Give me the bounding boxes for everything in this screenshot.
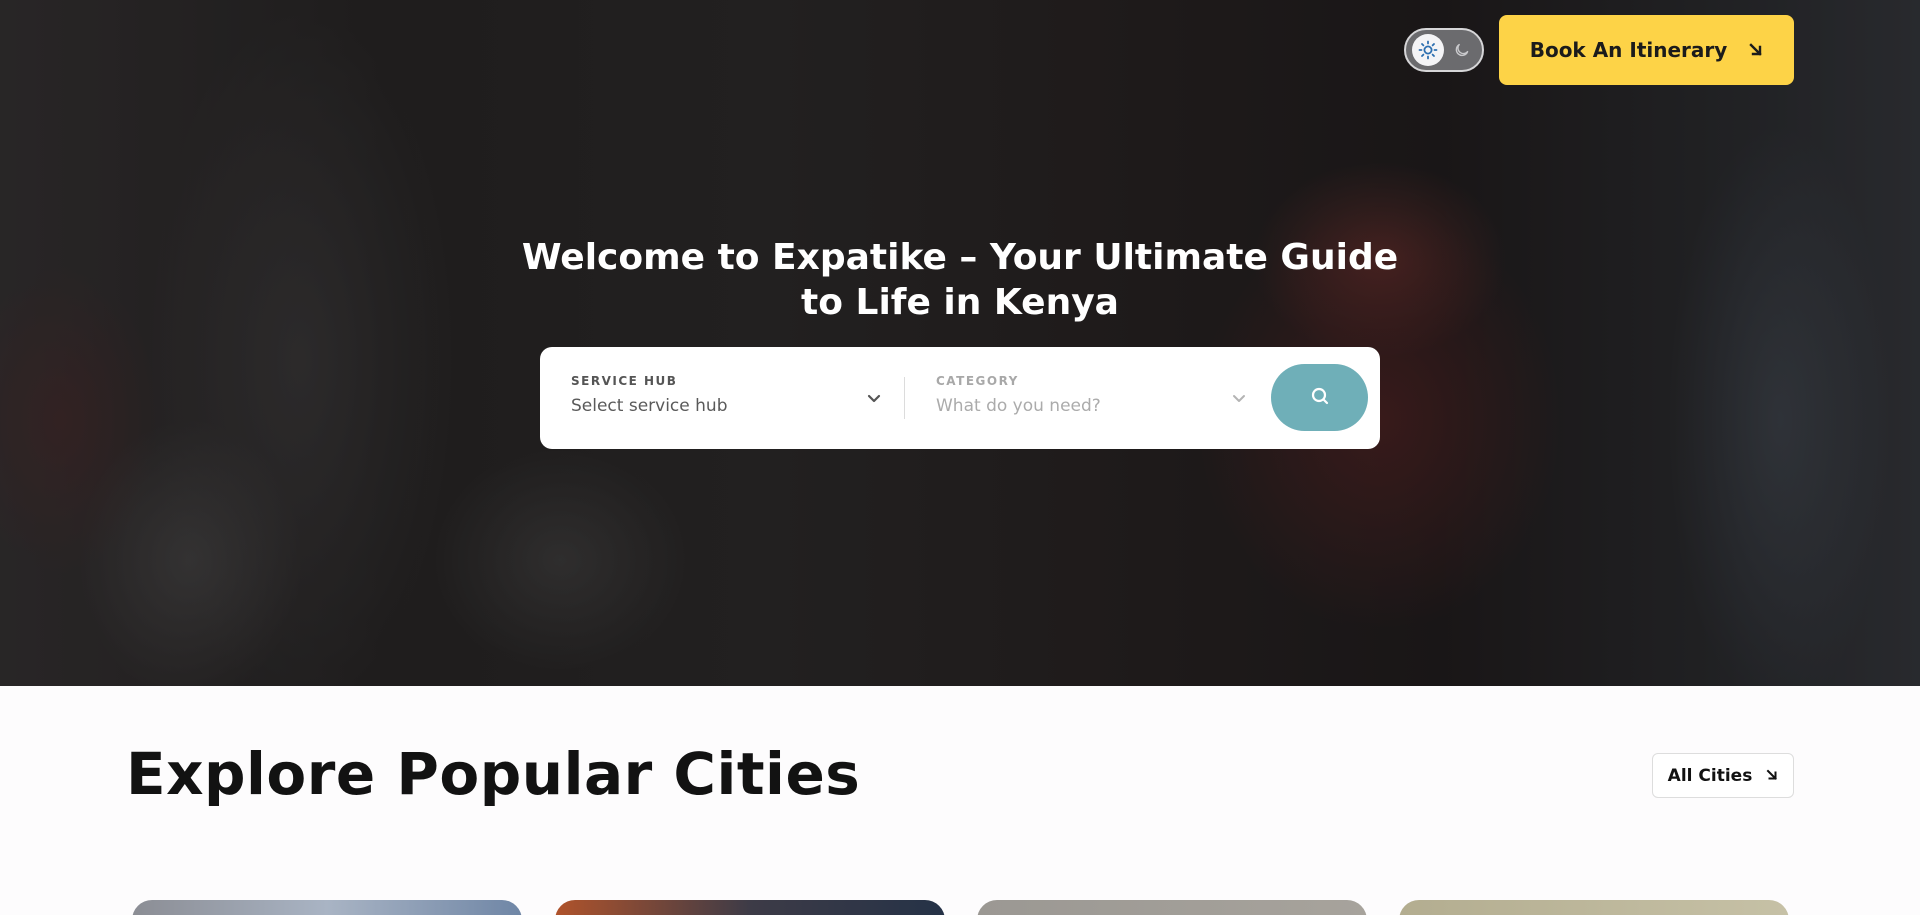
section-title: Explore Popular Cities: [126, 740, 861, 808]
search-bar: SERVICE HUB Select service hub CATEGORY …: [540, 347, 1380, 449]
city-card[interactable]: [977, 900, 1367, 915]
arrow-down-right-icon: [1766, 766, 1778, 786]
hero-title: Welcome to Expatike – Your Ultimate Guid…: [521, 237, 1399, 323]
service-hub-select[interactable]: SERVICE HUB Select service hub: [571, 374, 881, 424]
sun-icon: [1412, 34, 1444, 66]
arrow-down-right-icon: [1749, 38, 1763, 62]
hero-section: [0, 0, 1920, 686]
book-itinerary-label: Book An Itinerary: [1529, 38, 1728, 62]
all-cities-label: All Cities: [1667, 765, 1753, 786]
chevron-down-icon: [1232, 394, 1246, 404]
city-card[interactable]: [555, 900, 945, 915]
city-card[interactable]: [132, 900, 522, 915]
search-button[interactable]: [1271, 364, 1368, 431]
category-label: CATEGORY: [936, 374, 1019, 388]
city-card[interactable]: [1399, 900, 1789, 915]
category-select[interactable]: CATEGORY What do you need?: [936, 374, 1246, 424]
service-hub-label: SERVICE HUB: [571, 374, 678, 388]
book-itinerary-button[interactable]: Book An Itinerary: [1499, 15, 1794, 85]
search-icon: [1310, 386, 1330, 410]
service-hub-value: Select service hub: [571, 396, 728, 416]
theme-toggle[interactable]: [1404, 28, 1484, 72]
field-divider: [904, 377, 905, 419]
moon-icon: [1454, 42, 1470, 58]
category-placeholder: What do you need?: [936, 396, 1101, 416]
all-cities-button[interactable]: All Cities: [1652, 753, 1794, 798]
chevron-down-icon: [867, 394, 881, 404]
